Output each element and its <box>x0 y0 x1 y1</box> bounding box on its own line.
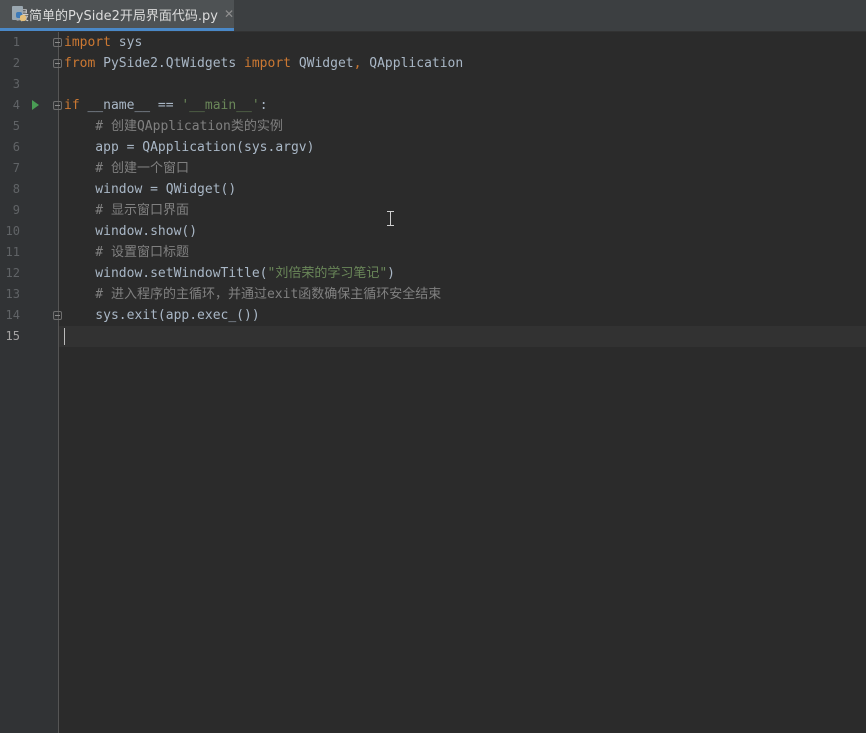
code-text: QApplication <box>361 56 464 71</box>
line-number: 2 <box>12 56 20 70</box>
code-line-2: from PySide2.QtWidgets import QWidget, Q… <box>64 53 463 74</box>
current-line-highlight <box>59 326 866 347</box>
keyword: import <box>64 35 111 50</box>
code-line-11-comment: # 设置窗口标题 <box>64 245 189 260</box>
keyword: from <box>64 56 96 71</box>
code-line-4: if __name__ == '__main__': <box>64 95 268 116</box>
line-number: 5 <box>12 119 20 133</box>
mouse-ibeam-cursor-icon <box>387 211 394 226</box>
string-literal: '__main__' <box>181 98 260 113</box>
code-text: sys <box>110 35 143 50</box>
code-text: ) <box>387 266 395 281</box>
code-editor[interactable]: import sys from PySide2.QtWidgets import… <box>59 32 866 733</box>
code-line-9-comment: # 显示窗口界面 <box>64 203 189 218</box>
keyword: if <box>64 98 80 113</box>
line-number: 10 <box>5 224 20 238</box>
python-file-icon <box>11 6 26 22</box>
code-line-14: sys.exit(app.exec_()) <box>64 308 260 323</box>
line-number: 13 <box>5 287 20 301</box>
code-line-7-comment: # 创建一个窗口 <box>64 161 189 176</box>
code-line-5-comment: # 创建QApplication类的实例 <box>64 119 283 134</box>
line-number: 6 <box>12 140 20 154</box>
line-number: 1 <box>12 35 20 49</box>
close-icon[interactable]: ✕ <box>224 7 234 21</box>
line-number: 9 <box>12 203 20 217</box>
run-icon[interactable] <box>32 100 39 110</box>
code-line-1: import sys <box>64 32 142 53</box>
string-literal: "刘倍荣的学习笔记" <box>267 266 388 281</box>
code-line-8: window = QWidget() <box>64 182 237 197</box>
keyword: import <box>244 56 291 71</box>
code-line-12: window.setWindowTitle("刘倍荣的学习笔记") <box>64 263 395 284</box>
file-tab[interactable]: 最简单的PySide2开局界面代码.py ✕ <box>0 0 234 31</box>
code-text: : <box>259 98 268 113</box>
code-line-6: app = QApplication(sys.argv) <box>64 140 315 155</box>
line-number: 3 <box>12 77 20 91</box>
code-text: __name__ == <box>79 98 182 113</box>
text-caret <box>64 328 65 345</box>
code-line-13-comment: # 进入程序的主循环，并通过exit函数确保主循环安全结束 <box>64 287 442 302</box>
line-number: 14 <box>5 308 20 322</box>
code-text: window.setWindowTitle( <box>64 266 268 281</box>
line-number: 11 <box>5 245 20 259</box>
tab-filename: 最简单的PySide2开局界面代码.py <box>15 8 218 24</box>
editor-tab-bar: 最简单的PySide2开局界面代码.py ✕ <box>0 0 866 32</box>
code-text: QWidget <box>291 56 354 71</box>
line-number: 4 <box>12 98 20 112</box>
code-text: PySide2.QtWidgets <box>95 56 245 71</box>
line-number: 7 <box>12 161 20 175</box>
line-number-current: 15 <box>5 329 20 343</box>
line-number-gutter: 1 2 3 4 5 6 7 8 9 10 11 12 13 14 15 <box>0 32 62 733</box>
code-line-10: window.show() <box>64 224 198 239</box>
line-number: 12 <box>5 266 20 280</box>
line-number: 8 <box>12 182 20 196</box>
